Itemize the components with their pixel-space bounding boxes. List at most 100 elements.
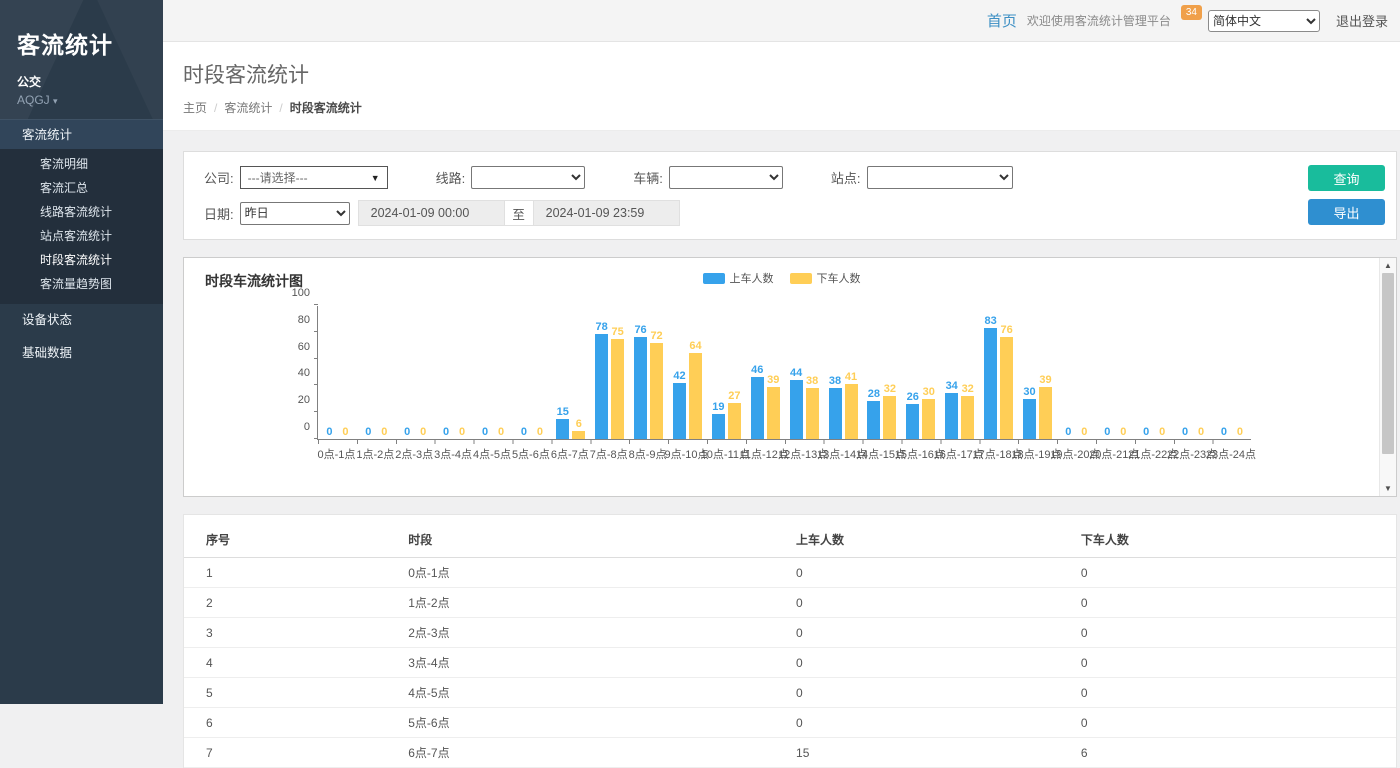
bar[interactable]	[906, 404, 919, 439]
chart-panel: 时段车流统计图 上车人数下车人数 00000000000015678757672…	[183, 257, 1397, 497]
table-row[interactable]: 54点-5点00	[184, 678, 1396, 708]
bar[interactable]	[1039, 387, 1052, 439]
bar[interactable]	[1023, 399, 1036, 439]
bar[interactable]	[728, 403, 741, 439]
bar[interactable]	[984, 328, 997, 439]
bar[interactable]	[572, 431, 585, 439]
bar[interactable]	[961, 396, 974, 439]
table-cell: 15	[796, 738, 1081, 768]
company-select[interactable]: ---请选择--- ▼	[240, 166, 388, 189]
bar[interactable]	[689, 353, 702, 439]
sidebar-subitem[interactable]: 线路客流统计	[0, 200, 163, 224]
sidebar-item-passenger-stats[interactable]: 客流统计	[0, 119, 163, 149]
scroll-down-icon[interactable]: ▼	[1380, 481, 1396, 496]
bar[interactable]	[1000, 337, 1013, 439]
org-dropdown[interactable]: AQGJ ▾	[17, 93, 163, 107]
table-row[interactable]: 21点-2点00	[184, 588, 1396, 618]
bar-value-label: 0	[1104, 426, 1110, 438]
language-select[interactable]: 简体中文	[1208, 10, 1320, 32]
bar-with-label: 0	[533, 426, 546, 439]
legend-item[interactable]: 上车人数	[703, 270, 774, 286]
chevron-down-icon: ▾	[53, 96, 58, 106]
table-row[interactable]: 10点-1点00	[184, 558, 1396, 588]
bar-with-label: 0	[362, 426, 375, 439]
bar[interactable]	[650, 343, 663, 439]
table-cell: 0	[796, 588, 1081, 618]
home-link[interactable]: 首页	[987, 10, 1017, 31]
sidebar-item-base-data[interactable]: 基础数据	[0, 337, 163, 370]
logout-link[interactable]: 退出登录	[1336, 11, 1388, 30]
bar[interactable]	[806, 388, 819, 439]
table-cell: 1点-2点	[408, 588, 796, 618]
bar-group: 00	[1057, 305, 1096, 439]
table-row[interactable]: 32点-3点00	[184, 618, 1396, 648]
table-header-row: 序号时段上车人数下车人数	[184, 521, 1396, 558]
bar[interactable]	[634, 337, 647, 439]
bar-group: 1927	[707, 305, 746, 439]
bar[interactable]	[767, 387, 780, 439]
bar[interactable]	[611, 339, 624, 440]
query-button[interactable]: 查询	[1308, 165, 1385, 191]
table-row[interactable]: 76点-7点156	[184, 738, 1396, 768]
bar-value-label: 30	[1023, 386, 1035, 398]
bar[interactable]	[845, 384, 858, 439]
bar-group: 00	[512, 305, 551, 439]
table-body: 10点-1点0021点-2点0032点-3点0043点-4点0054点-5点00…	[184, 558, 1396, 768]
bar-value-label: 0	[482, 426, 488, 438]
bar[interactable]	[673, 383, 686, 439]
bar-with-label: 0	[339, 426, 352, 439]
table-cell: 3点-4点	[408, 648, 796, 678]
bar-value-label: 46	[751, 364, 763, 376]
sidebar-subitem[interactable]: 客流明细	[0, 152, 163, 176]
y-tick-label: 100	[288, 287, 318, 299]
table-cell: 0	[1081, 708, 1396, 738]
bar-with-label: 76	[1000, 324, 1013, 439]
table-row[interactable]: 43点-4点00	[184, 648, 1396, 678]
sidebar-subitem[interactable]: 客流汇总	[0, 176, 163, 200]
bar-with-label: 0	[1217, 426, 1230, 439]
bar[interactable]	[922, 399, 935, 439]
bar[interactable]	[790, 380, 803, 439]
table-cell: 5点-6点	[408, 708, 796, 738]
bar-value-label: 0	[420, 426, 426, 438]
scrollbar-thumb[interactable]	[1382, 273, 1394, 454]
bar-value-label: 0	[1221, 426, 1227, 438]
y-tick-mark	[314, 411, 318, 412]
bar[interactable]	[945, 393, 958, 439]
legend-item[interactable]: 下车人数	[790, 270, 861, 286]
bar[interactable]	[595, 334, 608, 439]
sidebar-item-device-status[interactable]: 设备状态	[0, 304, 163, 337]
sidebar-subitem[interactable]: 站点客流统计	[0, 224, 163, 248]
notification-badge[interactable]: 34	[1181, 5, 1202, 20]
station-select[interactable]	[867, 166, 1013, 189]
table-row[interactable]: 65点-6点00	[184, 708, 1396, 738]
vehicle-select[interactable]	[669, 166, 783, 189]
breadcrumb-item[interactable]: 客流统计	[224, 101, 272, 115]
sidebar-subitem[interactable]: 时段客流统计	[0, 248, 163, 272]
bar-with-label: 38	[829, 375, 842, 439]
bar-value-label: 0	[537, 426, 543, 438]
welcome-text: 欢迎使用客流统计管理平台	[1027, 12, 1171, 29]
station-label: 站点:	[831, 168, 861, 187]
bar[interactable]	[751, 377, 764, 439]
bar-with-label: 41	[845, 371, 858, 439]
sidebar-subitem[interactable]: 客流量趋势图	[0, 272, 163, 296]
breadcrumb-item[interactable]: 主页	[183, 101, 207, 115]
bar[interactable]	[829, 388, 842, 439]
bar[interactable]	[883, 396, 896, 439]
date-end-input[interactable]: 2024-01-09 23:59	[533, 200, 680, 226]
chart-scrollbar[interactable]: ▲ ▼	[1379, 258, 1396, 496]
bar[interactable]	[556, 419, 569, 439]
scroll-up-icon[interactable]: ▲	[1380, 258, 1396, 273]
bar-value-label: 0	[1198, 426, 1204, 438]
brand-subtitle: 公交	[17, 73, 163, 90]
export-button[interactable]: 导出	[1308, 199, 1385, 225]
bar-with-label: 0	[1179, 426, 1192, 439]
date-preset-select[interactable]: 昨日	[240, 202, 350, 225]
bar-with-label: 27	[728, 390, 741, 439]
bar[interactable]	[867, 401, 880, 439]
bar[interactable]	[712, 414, 725, 439]
bar-value-label: 0	[1237, 426, 1243, 438]
date-start-input[interactable]: 2024-01-09 00:00	[358, 200, 505, 226]
line-select[interactable]	[471, 166, 585, 189]
